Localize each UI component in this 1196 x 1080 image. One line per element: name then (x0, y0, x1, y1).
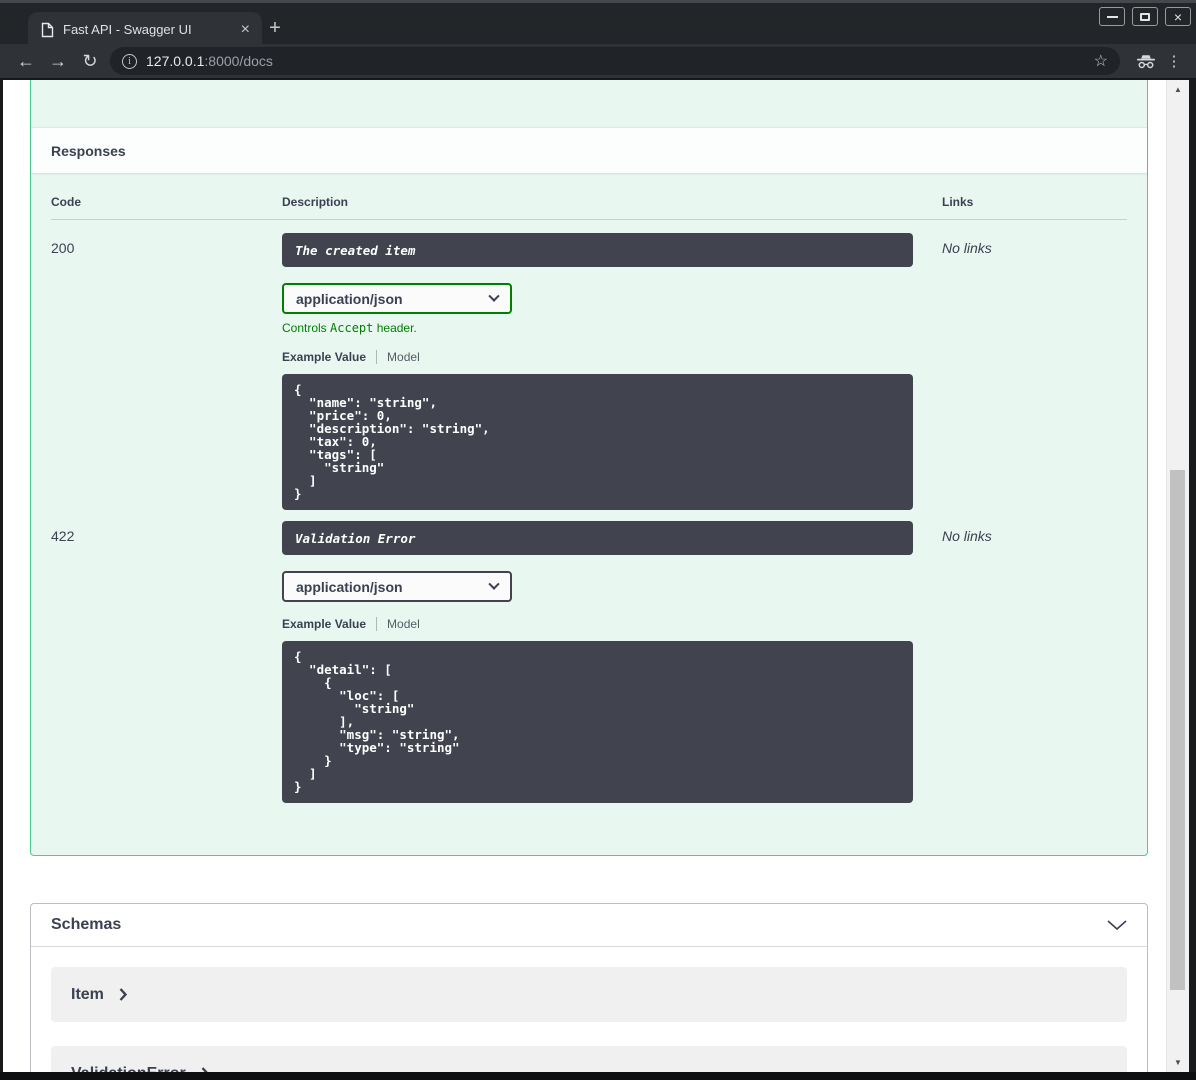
schema-model-item[interactable]: Item (51, 967, 1127, 1022)
site-info-icon[interactable]: i (122, 53, 137, 69)
response-code: 200 (51, 240, 75, 256)
tab-separator (376, 350, 378, 364)
minimize-icon (1106, 15, 1118, 18)
responses-body: Code Description Links 200 The created i… (31, 173, 1147, 823)
model-name: Item (71, 985, 104, 1003)
response-description-cell: Validation Error application/json Exampl… (282, 510, 942, 803)
media-type-select[interactable]: application/json (282, 283, 512, 314)
col-header-code: Code (51, 187, 282, 220)
chevron-down-icon[interactable] (1107, 920, 1127, 930)
schemas-body: Item ValidationError (31, 947, 1147, 1072)
accept-header-note: Controls Accept header. (282, 321, 417, 335)
page-scrollbar[interactable]: ▲ ▼ (1166, 80, 1189, 1072)
browser-menu-button[interactable]: ⋮ (1162, 52, 1186, 70)
browser-toolbar: ← → ↻ i 127.0.0.1:8000/docs ☆ ⋮ (0, 44, 1196, 80)
example-json-block: { "name": "string", "price": 0, "descrip… (282, 374, 913, 510)
reload-button[interactable]: ↻ (74, 51, 106, 72)
page-content: Responses Code Description Links 200 The… (0, 80, 1196, 1072)
response-description-box: The created item (282, 233, 913, 267)
maximize-button[interactable] (1132, 7, 1158, 26)
page-icon (41, 22, 54, 37)
incognito-icon (1130, 54, 1162, 69)
maximize-icon (1140, 12, 1150, 21)
example-json-block: { "detail": [ { "loc": [ "string" ], "ms… (282, 641, 913, 803)
forward-button[interactable]: → (42, 51, 74, 72)
response-description-text: Validation Error (295, 530, 416, 546)
minimize-button[interactable] (1099, 7, 1125, 26)
example-model-tabs: Example Value Model (282, 617, 942, 631)
tab-example-value[interactable]: Example Value (282, 617, 366, 631)
post-operation-block: Responses Code Description Links 200 The… (30, 80, 1148, 856)
address-bar[interactable]: i 127.0.0.1:8000/docs ☆ (110, 47, 1120, 75)
response-description-text: The created item (295, 242, 416, 258)
schema-model-validationerror[interactable]: ValidationError (51, 1046, 1127, 1072)
tab-title: Fast API - Swagger UI (63, 22, 192, 37)
tab-model[interactable]: Model (387, 617, 420, 631)
response-links: No links (942, 528, 992, 544)
chevron-right-icon (119, 988, 127, 1001)
media-type-select[interactable]: application/json (282, 571, 512, 602)
url-host: 127.0.0.1 (146, 53, 205, 69)
response-description-box: Validation Error (282, 521, 913, 555)
back-button[interactable]: ← (10, 51, 42, 72)
response-row-200: 200 The created item application/json Co… (51, 220, 1127, 510)
response-links: No links (942, 240, 992, 256)
schemas-header[interactable]: Schemas (31, 904, 1147, 947)
response-row-422: 422 Validation Error application/json Ex… (51, 510, 1127, 803)
scroll-up-icon[interactable]: ▲ (1167, 85, 1189, 94)
chevron-down-icon (488, 578, 500, 590)
tab-close-icon[interactable]: × (237, 21, 254, 38)
col-header-description: Description (282, 187, 942, 220)
scroll-down-icon[interactable]: ▼ (1167, 1058, 1189, 1067)
tab-model[interactable]: Model (387, 350, 420, 364)
media-type-value: application/json (296, 578, 403, 595)
scrollbar-thumb[interactable] (1170, 470, 1185, 990)
model-name: ValidationError (71, 1065, 186, 1073)
browser-titlebar: Fast API - Swagger UI × + × (0, 0, 1196, 47)
schemas-section: Schemas Item ValidationError (30, 903, 1148, 1072)
response-description-cell: The created item application/json Contro… (282, 220, 942, 510)
opblock-padding (31, 80, 1147, 127)
window-controls: × (1099, 7, 1191, 26)
media-type-value: application/json (296, 290, 403, 307)
url-path: :8000/docs (204, 53, 273, 69)
schemas-title: Schemas (51, 916, 122, 933)
responses-section-header: Responses (31, 127, 1147, 173)
new-tab-button[interactable]: + (261, 14, 289, 42)
tab-example-value[interactable]: Example Value (282, 350, 366, 364)
browser-tab[interactable]: Fast API - Swagger UI × (28, 12, 262, 47)
chevron-right-icon (201, 1067, 208, 1072)
col-header-links: Links (942, 187, 1127, 220)
responses-title: Responses (51, 142, 126, 159)
url-text: 127.0.0.1:8000/docs (146, 53, 273, 69)
tab-separator (376, 617, 378, 631)
example-model-tabs: Example Value Model (282, 350, 942, 364)
close-icon: × (1173, 8, 1183, 25)
response-code: 422 (51, 528, 75, 544)
responses-header-row: Code Description Links (51, 187, 1127, 220)
chevron-down-icon (488, 290, 500, 302)
bookmark-star-icon[interactable]: ☆ (1094, 51, 1108, 71)
close-button[interactable]: × (1165, 7, 1191, 26)
